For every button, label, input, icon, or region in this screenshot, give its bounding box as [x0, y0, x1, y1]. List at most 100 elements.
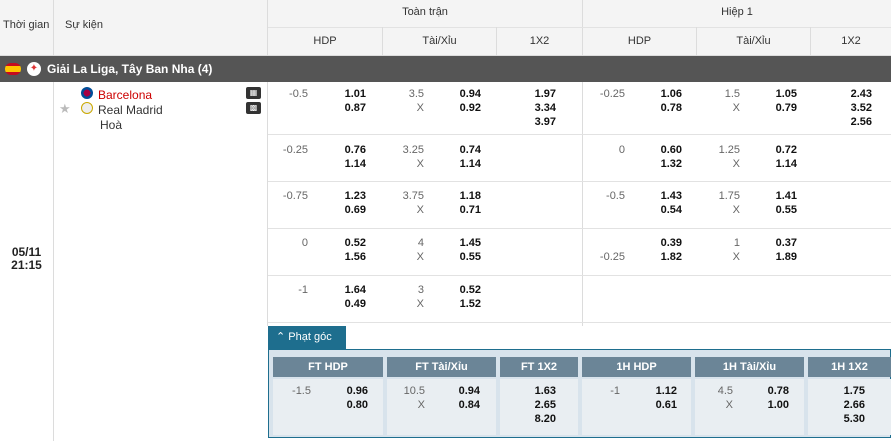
h1-hdp-away-odds[interactable]: 1.32 [644, 158, 682, 170]
corner-h1-1x2-home[interactable]: 1.75 [827, 385, 865, 397]
row-divider [268, 181, 891, 182]
divider [267, 82, 268, 326]
h1-ou-line: 1.5 [724, 88, 740, 100]
ft-hdp-away-odds[interactable]: 1.56 [328, 251, 366, 263]
h1-over-odds[interactable]: 0.37 [759, 237, 797, 249]
h1-hdp-away-odds[interactable]: 0.78 [644, 102, 682, 114]
corner-h1-over[interactable]: 0.78 [751, 385, 789, 397]
h1-under-odds[interactable]: 1.14 [759, 158, 797, 170]
ft-over-odds[interactable]: 0.74 [443, 144, 481, 156]
ft-1x2-odds[interactable]: 3.34 [518, 102, 556, 114]
ft-over-odds[interactable]: 1.18 [443, 190, 481, 202]
corner-h1-under[interactable]: 1.00 [751, 399, 789, 411]
corner-ft-1x2-home[interactable]: 1.63 [518, 385, 556, 397]
h1-hdp-line: -0.25 [599, 88, 625, 100]
pin-icon[interactable]: ✦ [27, 62, 41, 76]
col-header-h1-ou: Tài/Xỉu [736, 35, 771, 47]
h1-hdp-home-odds[interactable]: 1.06 [644, 88, 682, 100]
field-icon[interactable]: ▩ [246, 102, 261, 114]
ft-ou-line: 3.5 [408, 88, 424, 100]
ft-hdp-away-odds[interactable]: 1.14 [328, 158, 366, 170]
h1-over-odds[interactable]: 1.41 [759, 190, 797, 202]
corner-ft-ou-x: X [417, 399, 425, 411]
h1-hdp-line: 0 [618, 144, 625, 156]
corner-header-h1-ou: 1H Tài/Xỉu [695, 357, 804, 377]
draw-label: Hoà [100, 118, 123, 132]
ft-ou-line: 3.25 [402, 144, 424, 156]
h1-over-odds[interactable]: 0.72 [759, 144, 797, 156]
corner-ft-hdp-line: -1.5 [292, 385, 311, 397]
match-time: 21:15 [11, 258, 42, 272]
col-header-half1: Hiệp 1 [721, 6, 753, 18]
ft-over-odds[interactable]: 0.94 [443, 88, 481, 100]
corner-h1-hdp-home[interactable]: 1.12 [639, 385, 677, 397]
corner-h1-1x2-draw[interactable]: 2.66 [827, 399, 865, 411]
col-header-h1-1x2: 1X2 [841, 35, 861, 47]
ft-hdp-away-odds[interactable]: 0.49 [328, 298, 366, 310]
h1-under-odds[interactable]: 0.55 [759, 204, 797, 216]
ft-under-odds[interactable]: 1.52 [443, 298, 481, 310]
h1-hdp-line: -0.5 [606, 190, 625, 202]
corner-ft-ou-line: 10.5 [403, 385, 425, 397]
corner-ft-hdp-away[interactable]: 0.80 [330, 399, 368, 411]
ft-under-odds[interactable]: 0.55 [443, 251, 481, 263]
row-divider [268, 322, 891, 323]
chevron-up-icon: ⌃ [276, 331, 286, 343]
corner-ft-1x2-away[interactable]: 8.20 [518, 413, 556, 425]
h1-over-odds[interactable]: 1.05 [759, 88, 797, 100]
ft-hdp-away-odds[interactable]: 0.87 [328, 102, 366, 114]
barcelona-crest-icon [81, 87, 93, 99]
corner-h1-hdp-away[interactable]: 0.61 [639, 399, 677, 411]
h1-1x2-odds[interactable]: 3.52 [834, 102, 872, 114]
h1-hdp-home-odds[interactable]: 0.60 [644, 144, 682, 156]
h1-ou-x: X [732, 158, 740, 170]
h1-hdp-away-odds[interactable]: 1.82 [644, 251, 682, 263]
ft-under-odds[interactable]: 0.71 [443, 204, 481, 216]
ft-hdp-line: -0.5 [289, 88, 308, 100]
ft-under-odds[interactable]: 0.92 [443, 102, 481, 114]
h1-1x2-odds[interactable]: 2.56 [834, 116, 872, 128]
h1-ou-line: 1.75 [718, 190, 740, 202]
corner-ft-hdp-home[interactable]: 0.96 [330, 385, 368, 397]
corner-ft-over[interactable]: 0.94 [442, 385, 480, 397]
ft-under-odds[interactable]: 1.14 [443, 158, 481, 170]
corner-ft-1x2-draw[interactable]: 2.65 [518, 399, 556, 411]
h1-under-odds[interactable]: 1.89 [759, 251, 797, 263]
star-icon[interactable]: ★ [59, 101, 71, 117]
corner-h1-hdp-line: -1 [610, 385, 620, 397]
h1-hdp-home-odds[interactable]: 0.39 [644, 237, 682, 249]
ft-hdp-line: -0.25 [282, 144, 308, 156]
home-team[interactable]: Barcelona [98, 88, 152, 102]
h1-1x2-odds[interactable]: 2.43 [834, 88, 872, 100]
corner-ft-under[interactable]: 0.84 [442, 399, 480, 411]
h1-ou-x: X [732, 204, 740, 216]
h1-hdp-home-odds[interactable]: 1.43 [644, 190, 682, 202]
ft-ou-line: 4 [417, 237, 424, 249]
corner-tab[interactable]: ⌃ Phạt góc [268, 326, 346, 349]
ft-hdp-home-odds[interactable]: 1.64 [328, 284, 366, 296]
ft-1x2-odds[interactable]: 3.97 [518, 116, 556, 128]
ft-hdp-home-odds[interactable]: 0.52 [328, 237, 366, 249]
corner-tab-label: Phạt góc [288, 331, 332, 343]
league-bar[interactable]: ✦ Giải La Liga, Tây Ban Nha (4) [0, 56, 891, 82]
stats-icon[interactable]: ▦ [246, 87, 261, 99]
ft-hdp-away-odds[interactable]: 0.69 [328, 204, 366, 216]
col-header-h1-hdp: HDP [627, 35, 652, 47]
corner-header-ft-ou: FT Tài/Xỉu [387, 357, 496, 377]
ft-over-odds[interactable]: 0.52 [443, 284, 481, 296]
row-divider [268, 275, 891, 276]
ft-ou-x: X [416, 251, 424, 263]
h1-under-odds[interactable]: 0.79 [759, 102, 797, 114]
away-team[interactable]: Real Madrid [98, 103, 163, 117]
match-datetime: 05/11 21:15 [0, 246, 53, 272]
ft-hdp-home-odds[interactable]: 1.23 [328, 190, 366, 202]
divider [268, 27, 891, 28]
h1-hdp-away-odds[interactable]: 0.54 [644, 204, 682, 216]
ft-hdp-home-odds[interactable]: 0.76 [328, 144, 366, 156]
corner-h1-1x2-away[interactable]: 5.30 [827, 413, 865, 425]
corner-header-ft-hdp: FT HDP [273, 357, 383, 377]
ft-over-odds[interactable]: 1.45 [443, 237, 481, 249]
ft-1x2-odds[interactable]: 1.97 [518, 88, 556, 100]
ft-hdp-home-odds[interactable]: 1.01 [328, 88, 366, 100]
corner-h1-ou-x: X [725, 399, 733, 411]
